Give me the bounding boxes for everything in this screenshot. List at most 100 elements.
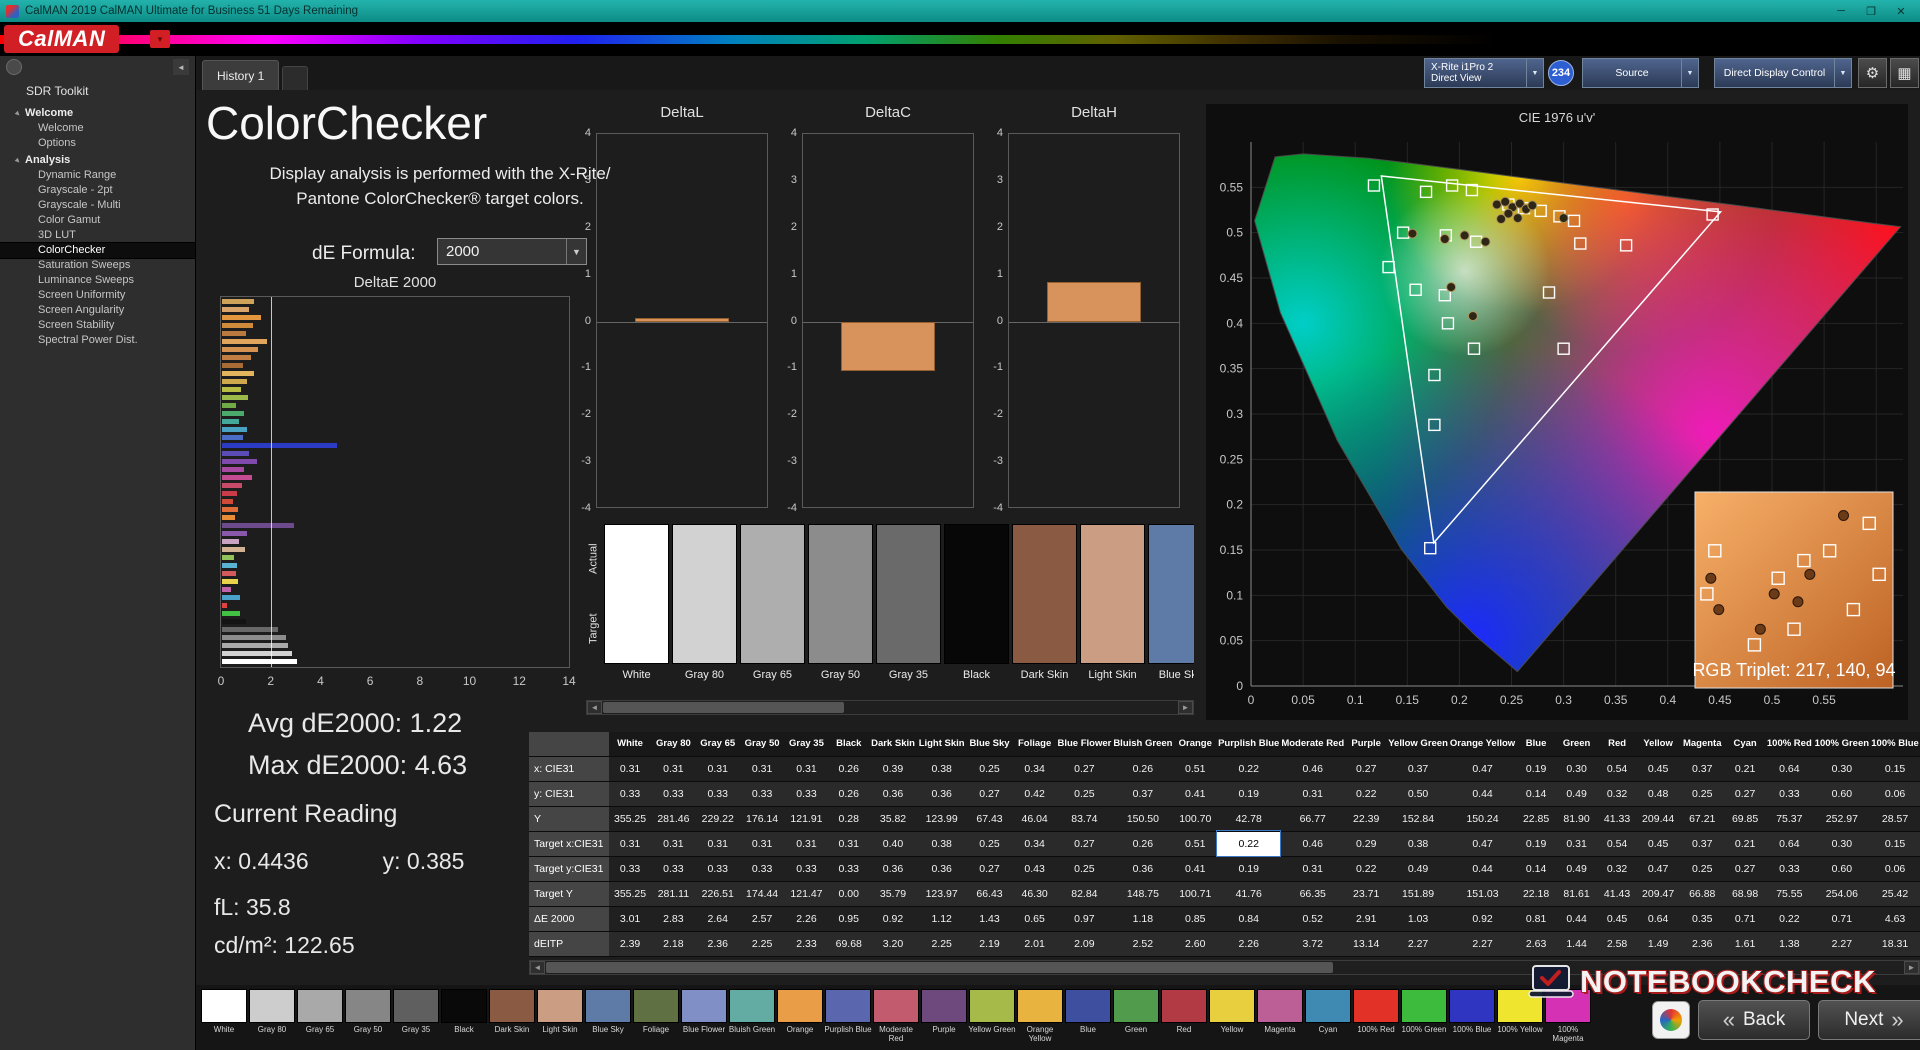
patch-gray-65[interactable]: Gray 65 [296,985,344,1050]
sidebar-home-button[interactable] [6,59,22,75]
sidebar-item-screen-uniformity[interactable]: Screen Uniformity [0,288,195,303]
de-bar [222,387,242,392]
scroll-right-icon[interactable]: ► [1904,961,1919,974]
axis-tick-label: 0.55 [1812,693,1836,707]
swatch-gray-65: Gray 65 [740,524,805,694]
display-control-dropdown[interactable]: Direct Display Control ▼ [1714,58,1852,88]
sidebar-collapse-button[interactable]: ◄ [173,59,189,75]
axis-tick-label: 0.4 [1226,316,1243,330]
meter-count-badge[interactable]: 234 [1548,60,1574,86]
patch-purple[interactable]: Purple [920,985,968,1050]
col-header-green: Green [1555,732,1598,757]
patch-magenta[interactable]: Magenta [1256,985,1304,1050]
patch-red[interactable]: Red [1160,985,1208,1050]
scroll-left-icon[interactable]: ◄ [530,961,545,974]
patch-blue-sky[interactable]: Blue Sky [584,985,632,1050]
patch-100-red[interactable]: 100% Red [1352,985,1400,1050]
meter-dropdown[interactable]: X-Rite i1Pro 2 Direct View ▼ [1424,58,1544,88]
back-button[interactable]: « Back [1698,1000,1810,1040]
patch-yellow[interactable]: Yellow [1208,985,1256,1050]
patch-moderate-red[interactable]: Moderate Red [872,985,920,1050]
sidebar-item-screen-stability[interactable]: Screen Stability [0,318,195,333]
sidebar-item-grayscale-2pt[interactable]: Grayscale - 2pt [0,183,195,198]
de-bar [222,611,240,616]
patch-gray-35[interactable]: Gray 35 [392,985,440,1050]
patch-dark-skin[interactable]: Dark Skin [488,985,536,1050]
table-cell: 0.14 [1516,781,1556,807]
minimize-button[interactable]: ─ [1826,0,1856,22]
calman-logo-text: CalMAN [18,26,106,51]
table-cell: 35.82 [868,806,918,832]
dropdown-arrow-icon[interactable]: ▼ [1834,59,1851,87]
patch-label: Orange [786,1025,814,1034]
sidebar-item-colorchecker[interactable]: ColorChecker [0,242,196,259]
patch-white[interactable]: White [200,985,248,1050]
table-cell: 0.25 [1056,856,1113,882]
patch-blue-flower[interactable]: Blue Flower [680,985,728,1050]
scroll-left-icon[interactable]: ◄ [587,701,602,714]
table-cell: 0.31 [608,756,652,782]
patch-gray-80[interactable]: Gray 80 [248,985,296,1050]
de-bar [222,499,234,504]
de-bar [222,587,231,592]
de-bar [222,619,246,624]
sidebar-item-color-gamut[interactable]: Color Gamut [0,213,195,228]
sidebar-item-3d-lut[interactable]: 3D LUT [0,228,195,243]
sidebar-item-luminance-sweeps[interactable]: Luminance Sweeps [0,273,195,288]
dropdown-arrow-icon[interactable]: ▼ [1681,59,1698,87]
scroll-right-icon[interactable]: ► [1178,701,1193,714]
patch-100-green[interactable]: 100% Green [1400,985,1448,1050]
table-cell: 0.54 [1597,831,1637,857]
nav-group-analysis[interactable]: ▸ Analysis [0,151,195,168]
settings-gear-button[interactable]: ⚙ [1858,58,1887,88]
new-tab-stub[interactable] [282,66,308,90]
swatch-scrollbar[interactable]: ◄ ► [586,700,1194,715]
patch-cyan[interactable]: Cyan [1304,985,1352,1050]
maximize-button[interactable]: ❐ [1856,0,1886,22]
sidebar-item-screen-angularity[interactable]: Screen Angularity [0,303,195,318]
scrollbar-thumb[interactable] [603,702,845,713]
patch-orange[interactable]: Orange [776,985,824,1050]
sidebar-item-grayscale-multi[interactable]: Grayscale - Multi [0,198,195,213]
patch-bluish-green[interactable]: Bluish Green [728,985,776,1050]
next-button[interactable]: Next » [1818,1000,1920,1040]
axis-tick-label: 0.5 [1226,226,1243,240]
measured-point [1480,236,1491,247]
patch-100-blue[interactable]: 100% Blue [1448,985,1496,1050]
tab-history-1[interactable]: History 1 [202,60,280,90]
de-bar [222,523,295,528]
table-cell: 0.31 [784,756,829,782]
patch-blue[interactable]: Blue [1064,985,1112,1050]
nav-group-welcome[interactable]: ▸ Welcome [0,104,195,121]
sidebar-item-options[interactable]: Options [0,136,195,151]
calman-logo[interactable]: CalMAN [4,25,120,53]
sidebar-item-dynamic-range[interactable]: Dynamic Range [0,168,195,183]
sidebar-item-welcome[interactable]: Welcome [0,121,195,136]
table-cell: 0.64 [1765,831,1814,857]
patch-light-skin[interactable]: Light Skin [536,985,584,1050]
patch-foliage[interactable]: Foliage [632,985,680,1050]
scrollbar-thumb[interactable] [546,962,1334,973]
sidebar-item-saturation-sweeps[interactable]: Saturation Sweeps [0,258,195,273]
patch-black[interactable]: Black [440,985,488,1050]
patch-green[interactable]: Green [1112,985,1160,1050]
selected-cell[interactable]: 0.22 [1216,830,1282,857]
swatch-label: Dark Skin [1020,669,1069,681]
table-cell: 75.37 [1765,806,1814,832]
close-button[interactable]: ✕ [1886,0,1916,22]
calman-mini-logo-button[interactable] [1652,1001,1690,1039]
dropdown-arrow-icon[interactable]: ▼ [1526,59,1543,87]
display-settings-button[interactable]: ▦ [1890,58,1919,88]
patch-purplish-blue[interactable]: Purplish Blue [824,985,872,1050]
patch-yellow-green[interactable]: Yellow Green [968,985,1016,1050]
table-cell: 23.71 [1345,881,1388,907]
de-formula-dropdown[interactable]: 2000 ▼ [437,238,587,265]
table-cell: 1.44 [1555,931,1598,957]
table-cell: 0.19 [1217,856,1281,882]
logo-menu-arrow-icon[interactable]: ▼ [150,30,170,48]
patch-gray-50[interactable]: Gray 50 [344,985,392,1050]
display-icon: ▦ [1897,65,1912,82]
patch-orange-yellow[interactable]: Orange Yellow [1016,985,1064,1050]
sidebar-item-spectral-power-dist[interactable]: Spectral Power Dist. [0,333,195,348]
source-dropdown[interactable]: Source ▼ [1582,58,1699,88]
